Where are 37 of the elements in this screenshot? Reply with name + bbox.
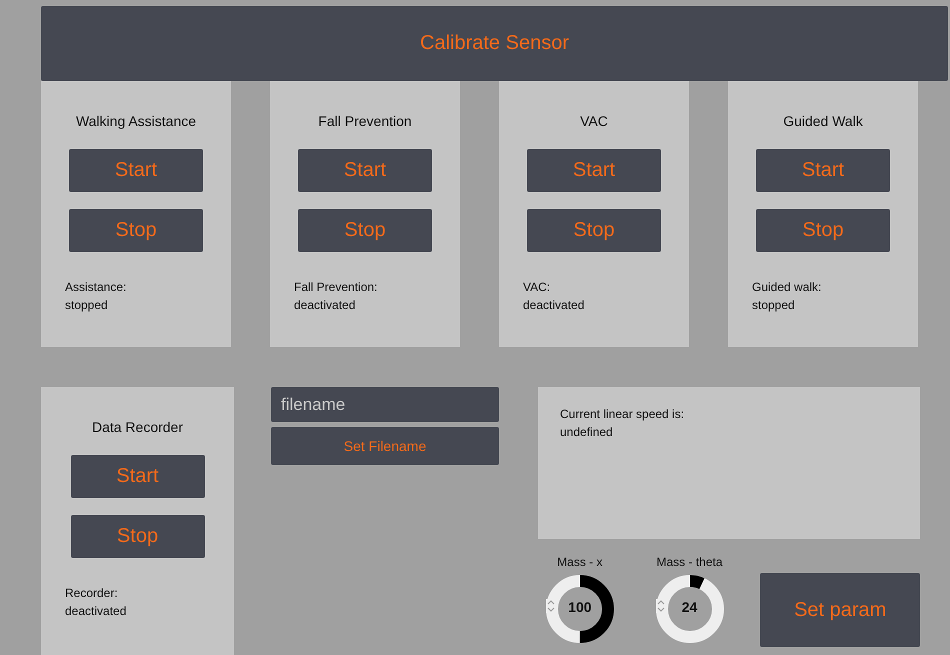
- start-button[interactable]: Start: [756, 149, 890, 192]
- status-label: Fall Prevention:: [294, 279, 378, 296]
- stop-button[interactable]: Stop: [756, 209, 890, 252]
- card-title: VAC: [580, 113, 608, 131]
- card-title: Guided Walk: [783, 113, 863, 131]
- status-value: deactivated: [523, 297, 584, 314]
- dial-knob[interactable]: [656, 575, 724, 643]
- knob-value[interactable]: 24: [682, 599, 698, 615]
- status-label: Guided walk:: [752, 279, 822, 296]
- knob-label: Mass - x: [557, 555, 603, 569]
- stop-button[interactable]: Stop: [298, 209, 432, 252]
- set-param-button[interactable]: Set param: [760, 573, 920, 647]
- speed-label: Current linear speed is:: [560, 406, 684, 423]
- status-value: stopped: [752, 297, 795, 314]
- stop-button[interactable]: Stop: [69, 209, 203, 252]
- start-button[interactable]: Start: [70, 455, 204, 498]
- status-label: Recorder:: [65, 585, 118, 602]
- set-filename-button[interactable]: Set Filename: [271, 427, 499, 465]
- dial-knob[interactable]: [546, 575, 614, 643]
- start-button[interactable]: Start: [527, 149, 661, 192]
- knob-label: Mass - theta: [656, 555, 723, 569]
- start-button[interactable]: Start: [298, 149, 432, 192]
- stop-button[interactable]: Stop: [527, 209, 661, 252]
- status-label: VAC:: [523, 279, 550, 296]
- start-button[interactable]: Start: [69, 149, 203, 192]
- knob-value[interactable]: 100: [568, 599, 592, 615]
- filename-field[interactable]: filename: [271, 387, 499, 422]
- card-title: Walking Assistance: [76, 113, 196, 131]
- stop-button[interactable]: Stop: [70, 515, 204, 558]
- status-value: deactivated: [294, 297, 356, 314]
- status-value: stopped: [65, 297, 108, 314]
- card-title: Fall Prevention: [318, 113, 412, 131]
- speed-value: undefined: [560, 424, 613, 441]
- card-title: Data Recorder: [92, 419, 184, 437]
- status-label: Assistance:: [65, 279, 126, 296]
- status-value: deactivated: [65, 603, 126, 620]
- header-bar[interactable]: Calibrate Sensor: [41, 6, 948, 81]
